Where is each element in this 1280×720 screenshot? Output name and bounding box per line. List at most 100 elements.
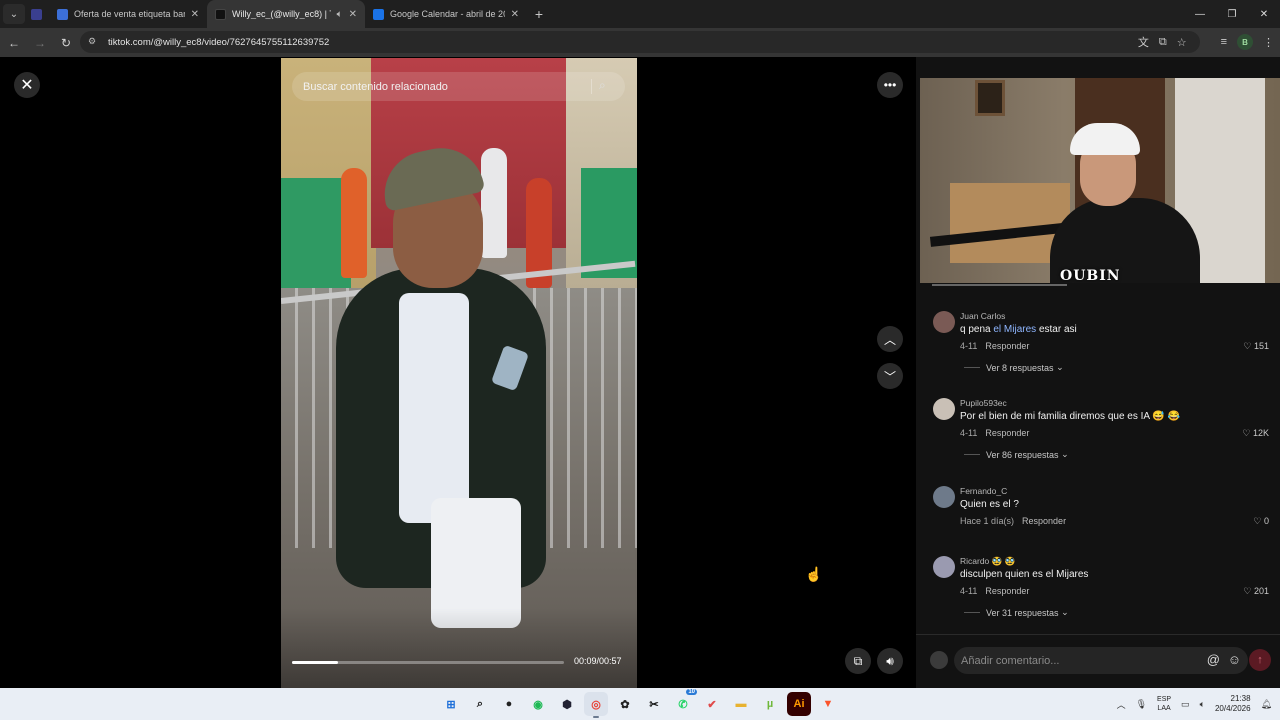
microphone-icon[interactable]: 🎙︎ (1136, 699, 1147, 710)
arrow-up-icon: ↑ (1257, 654, 1263, 666)
close-video-button[interactable]: ✕ (14, 72, 40, 98)
comment-username[interactable]: Pupilo593ec (960, 398, 1007, 408)
tab-close-icon[interactable]: ✕ (511, 9, 519, 20)
comment-username[interactable]: Ricardo 🥸 🥸 (960, 556, 1015, 567)
translate-icon[interactable]: 文 (1138, 34, 1149, 50)
screen: ⌄ Oferta de venta etiqueta banne ✕ Willy… (0, 0, 1280, 720)
volume-button[interactable]: 🔊︎ (877, 648, 903, 674)
search-icon[interactable]: ⌕ (599, 78, 615, 94)
video-player[interactable] (281, 58, 637, 688)
todo-check-icon[interactable]: ✔ (700, 692, 724, 716)
volume-icon[interactable]: 🔈︎ (1200, 699, 1205, 710)
install-app-icon[interactable]: ⧉ (1159, 36, 1167, 49)
profile-avatar[interactable]: B (1237, 34, 1253, 50)
new-tab-plus-icon[interactable]: + (527, 6, 551, 22)
streamer-webcam-overlay: OUBIN (920, 78, 1280, 283)
close-window-icon[interactable]: ✕ (1248, 0, 1280, 28)
previous-video-button[interactable]: ︿ (877, 326, 903, 352)
language-indicator[interactable]: ESP LAA (1157, 695, 1171, 713)
video-progress-bar[interactable] (292, 661, 564, 664)
view-replies-button[interactable]: Ver 31 respuestas ⌄ (964, 607, 1069, 618)
clock[interactable]: 21:38 20/4/2026 (1215, 694, 1251, 714)
comment-like-button[interactable]: ♡ 201 (1243, 586, 1269, 597)
replies-line (964, 454, 980, 455)
network-icon[interactable]: ▭ (1181, 699, 1190, 710)
related-search-input[interactable]: Buscar contenido relacionado ⌕ (292, 72, 625, 101)
chevron-down-icon: ⌄ (1056, 362, 1064, 372)
browser-tab-active[interactable]: Willy_ec_(@willy_ec8) | Tik 🔈︎ ✕ (207, 0, 365, 28)
address-bar[interactable]: ⚙ tiktok.com/@willy_ec8/video/7627645755… (80, 31, 1200, 53)
tab-audio-icon[interactable]: 🔈︎ (337, 9, 343, 20)
comment-like-button[interactable]: ♡ 151 (1243, 341, 1269, 352)
spotify-icon[interactable]: ◉ (526, 692, 550, 716)
taskbar-apps: ⊞ ⌕ ● ◉ ⬢ ◎ ✿ ✂ ✆ 10 ✔ ▬ µ Ai ▼ (439, 689, 840, 718)
commenter-avatar[interactable] (933, 556, 955, 578)
next-video-button[interactable]: ﹀ (877, 363, 903, 389)
pip-icon: ⧉ (853, 653, 863, 668)
comment-text: Por el bien de mi familia diremos que es… (960, 411, 1180, 422)
chrome-icon[interactable]: ◎ (584, 692, 608, 718)
add-comment-input[interactable]: Añadir comentario... @ ☺ (954, 647, 1248, 674)
mention-at-icon[interactable]: @ (1207, 652, 1220, 667)
minimize-icon[interactable]: — (1184, 0, 1216, 28)
whatsapp-icon[interactable]: ✆ 10 (671, 689, 697, 716)
video-time: 00:09/00:57 (574, 656, 622, 666)
emoji-picker-icon[interactable]: ☺ (1228, 652, 1241, 667)
obs-icon[interactable]: ● (497, 692, 521, 716)
back-arrow-icon[interactable]: ← (2, 31, 26, 55)
forward-arrow-icon[interactable]: → (28, 31, 52, 55)
notification-bell-icon[interactable]: 🔔︎ (1261, 699, 1272, 710)
tab-search-button[interactable]: ⌄ (3, 4, 25, 24)
reply-button[interactable]: Responder (985, 586, 1029, 596)
comment-placeholder: Añadir comentario... (961, 654, 1060, 667)
comment-date: Hace 1 día(s) (960, 516, 1015, 526)
view-replies-button[interactable]: Ver 8 respuestas ⌄ (964, 362, 1064, 373)
view-replies-button[interactable]: Ver 86 respuestas ⌄ (964, 449, 1069, 460)
comment-like-button[interactable]: ♡ 12K (1242, 428, 1269, 439)
browser-menu-icon[interactable]: ⋮ (1263, 36, 1274, 49)
windows-start-icon[interactable]: ⊞ (439, 692, 463, 716)
restore-icon[interactable]: ❐ (1216, 0, 1248, 28)
reply-button[interactable]: Responder (1022, 516, 1066, 526)
utorrent-icon[interactable]: µ (758, 692, 782, 716)
chevron-down-icon: ﹀ (883, 369, 896, 384)
reply-button[interactable]: Responder (985, 341, 1029, 351)
webcam-picture-frame (975, 80, 1005, 116)
chatgpt-icon[interactable]: ✿ (613, 692, 637, 716)
comment-username[interactable]: Fernando_C (960, 486, 1007, 496)
illustrator-icon[interactable]: Ai (787, 692, 811, 716)
media-control-icon[interactable]: ≡ (1221, 36, 1227, 48)
tray-chevron-up-icon[interactable]: ︿ (1117, 698, 1126, 711)
reload-icon[interactable]: ↻ (54, 31, 78, 55)
tab-close-icon[interactable]: ✕ (191, 9, 199, 20)
reply-button[interactable]: Responder (985, 428, 1029, 438)
commenter-avatar[interactable] (933, 398, 955, 420)
send-comment-button[interactable]: ↑ (1249, 649, 1271, 671)
active-indicator (593, 716, 599, 718)
file-explorer-icon[interactable]: ▬ (729, 692, 753, 716)
comment-like-button[interactable]: ♡ 0 (1253, 516, 1269, 527)
chevron-up-icon: ︿ (883, 332, 896, 347)
system-tray: ︿ 🎙︎ ESP LAA ▭ 🔈︎ 21:38 20/4/2026 🔔︎ (1117, 688, 1272, 720)
comment-mention-link[interactable]: el Mijares (993, 324, 1036, 335)
video-subject-shirt (399, 293, 469, 523)
browser-tab[interactable] (25, 0, 49, 28)
shield-app-icon[interactable]: ⬢ (555, 692, 579, 716)
url-text: tiktok.com/@willy_ec8/video/762764575511… (108, 36, 330, 48)
floating-player-button[interactable]: ⧉ (845, 648, 871, 674)
comment-text: Quien es el ? (960, 499, 1019, 510)
tab-close-icon[interactable]: ✕ (349, 9, 357, 20)
search-icon[interactable]: ⌕ (468, 692, 492, 716)
browser-tab[interactable]: Oferta de venta etiqueta banne ✕ (49, 0, 207, 28)
browser-tab[interactable]: Google Calendar - abril de 202 ✕ (365, 0, 527, 28)
bookmark-star-icon[interactable]: ☆ (1177, 36, 1187, 49)
commenter-avatar[interactable] (933, 311, 955, 333)
comment-username[interactable]: Juan Carlos (960, 311, 1005, 321)
commenter-avatar[interactable] (933, 486, 955, 508)
speaker-icon: 🔊︎ (886, 653, 894, 668)
more-options-button[interactable]: ••• (877, 72, 903, 98)
site-info-icon[interactable]: ⚙ (88, 36, 100, 48)
capcut-icon[interactable]: ✂ (642, 692, 666, 716)
comment-text: disculpen quien es el Mijares (960, 569, 1089, 580)
brave-icon[interactable]: ▼ (816, 692, 840, 716)
